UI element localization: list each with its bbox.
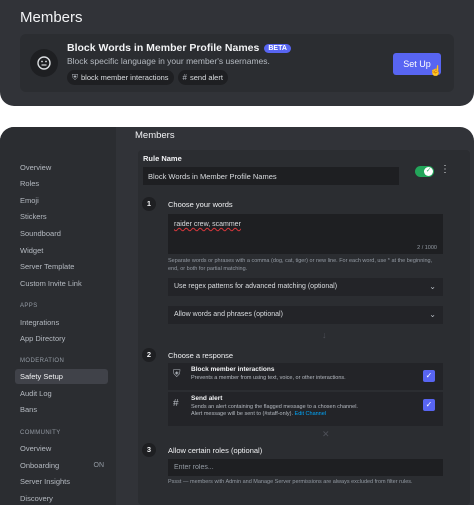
hand-cursor-icon: ☝ xyxy=(429,66,442,77)
sidebar-item-roles[interactable]: Roles xyxy=(15,176,108,191)
step-number: 2 xyxy=(142,348,156,362)
connector-cross-icon: ✕ xyxy=(322,429,330,439)
sidebar-header-moderation: MODERATION xyxy=(20,358,65,364)
character-counter: 2 / 1000 xyxy=(417,245,437,251)
sidebar-item-emoji[interactable]: Emoji xyxy=(15,193,108,208)
expander-label: Allow words and phrases (optional) xyxy=(174,311,283,318)
sidebar-item-app-directory[interactable]: App Directory xyxy=(15,331,108,346)
hash-icon: # xyxy=(182,73,187,82)
feature-description: Block specific language in your member's… xyxy=(67,56,270,66)
sidebar-item-soundboard[interactable]: Soundboard xyxy=(15,226,108,241)
response-title: Send alert xyxy=(191,395,223,402)
step-number: 1 xyxy=(142,197,156,211)
chip-label: send alert xyxy=(190,73,223,82)
response-block-member-interactions[interactable]: ⛨ Block member interactions Prevents a m… xyxy=(168,363,443,390)
response-checkbox[interactable]: ✓ xyxy=(423,399,435,411)
rule-name-input[interactable] xyxy=(143,167,399,185)
sidebar-item-server-template[interactable]: Server Template xyxy=(15,259,108,274)
chevron-down-icon: ⌄ xyxy=(429,282,436,291)
hash-icon: # xyxy=(173,398,179,409)
expander-label: Use regex patterns for advanced matching… xyxy=(174,283,338,290)
response-description-line: Sends an alert containing the flagged me… xyxy=(191,404,358,410)
response-title: Block member interactions xyxy=(191,366,275,373)
sidebar-item-safety-setup[interactable]: Safety Setup xyxy=(15,369,108,384)
connector-arrow-icon: ↓ xyxy=(322,330,327,340)
sidebar-item-stickers[interactable]: Stickers xyxy=(15,209,108,224)
sidebar-item-integrations[interactable]: Integrations xyxy=(15,315,108,330)
sidebar-item-overview[interactable]: Overview xyxy=(15,160,108,175)
feature-chips: ⛨ block member interactions # send alert xyxy=(67,70,228,85)
step-title-choose-words: Choose your words xyxy=(168,200,233,209)
chip-block-member-interactions: ⛨ block member interactions xyxy=(67,70,174,85)
allow-words-expander[interactable]: Allow words and phrases (optional) ⌄ xyxy=(168,306,443,324)
response-description: Prevents a member from using text, voice… xyxy=(191,375,346,381)
feature-card: Block Words in Member Profile Names BETA … xyxy=(20,34,454,92)
settings-sidebar: Overview Roles Emoji Stickers Soundboard… xyxy=(0,127,116,505)
more-options-icon[interactable]: ⋮ xyxy=(440,164,450,175)
sidebar-item-label: Onboarding xyxy=(20,461,60,470)
shield-icon: ⛨ xyxy=(72,72,78,82)
sidebar-item-audit-log[interactable]: Audit Log xyxy=(15,386,108,401)
chip-label: block member interactions xyxy=(81,73,169,82)
onboarding-status-badge: ON xyxy=(93,462,105,469)
sidebar-item-bans[interactable]: Bans xyxy=(15,402,108,417)
feature-title-text: Block Words in Member Profile Names xyxy=(67,42,260,54)
response-description-line: Alert message will be sent to (#staff-on… xyxy=(191,411,293,417)
sidebar-item-onboarding[interactable]: Onboarding ON xyxy=(15,458,108,473)
roles-note: Pssst — members with Admin and Manage Se… xyxy=(168,479,413,485)
sidebar-item-community-overview[interactable]: Overview xyxy=(15,441,108,456)
settings-window: Overview Roles Emoji Stickers Soundboard… xyxy=(0,127,474,505)
section-title: Members xyxy=(20,9,83,26)
response-description: Sends an alert containing the flagged me… xyxy=(191,404,421,418)
roles-input[interactable] xyxy=(168,459,443,476)
beta-badge: BETA xyxy=(264,44,291,53)
sidebar-item-widget[interactable]: Widget xyxy=(15,243,108,258)
shield-icon: ⛨ xyxy=(173,369,181,380)
sidebar-item-server-insights[interactable]: Server Insights xyxy=(15,474,108,489)
feature-title: Block Words in Member Profile Names BETA xyxy=(67,42,291,54)
edit-channel-link[interactable]: Edit Channel xyxy=(295,411,327,417)
sidebar-header-community: COMMUNITY xyxy=(20,430,61,436)
page-title: Members xyxy=(135,130,175,141)
regex-patterns-expander[interactable]: Use regex patterns for advanced matching… xyxy=(168,278,443,296)
rule-name-label: Rule Name xyxy=(143,154,182,163)
chevron-down-icon: ⌄ xyxy=(429,310,436,319)
sidebar-header-apps: APPS xyxy=(20,303,38,309)
sidebar-item-discovery[interactable]: Discovery xyxy=(15,491,108,505)
rule-editor-panel: Rule Name ✓ ⋮ 1 Choose your words raider… xyxy=(138,150,470,505)
check-icon: ✓ xyxy=(424,167,433,176)
feature-icon xyxy=(30,49,58,77)
response-checkbox[interactable]: ✓ xyxy=(423,370,435,382)
keywords-value: raider crew, scammer xyxy=(174,221,241,228)
keywords-help-text: Separate words or phrases with a comma (… xyxy=(168,258,433,272)
step-number: 3 xyxy=(142,443,156,457)
feature-card-section: Members Block Words in Member Profile Na… xyxy=(0,0,474,106)
rule-enabled-toggle[interactable]: ✓ xyxy=(415,166,434,177)
response-send-alert[interactable]: # Send alert Sends an alert containing t… xyxy=(168,392,443,426)
keywords-textarea[interactable]: raider crew, scammer 2 / 1000 xyxy=(168,214,443,254)
chip-send-alert: # send alert xyxy=(177,70,228,85)
settings-main: Members Rule Name ✓ ⋮ 1 Choose your word… xyxy=(116,127,474,505)
step-title-choose-response: Choose a response xyxy=(168,351,234,360)
sidebar-item-custom-invite-link[interactable]: Custom Invite Link xyxy=(15,276,108,291)
step-title-allow-roles: Allow certain roles (optional) xyxy=(168,446,263,455)
